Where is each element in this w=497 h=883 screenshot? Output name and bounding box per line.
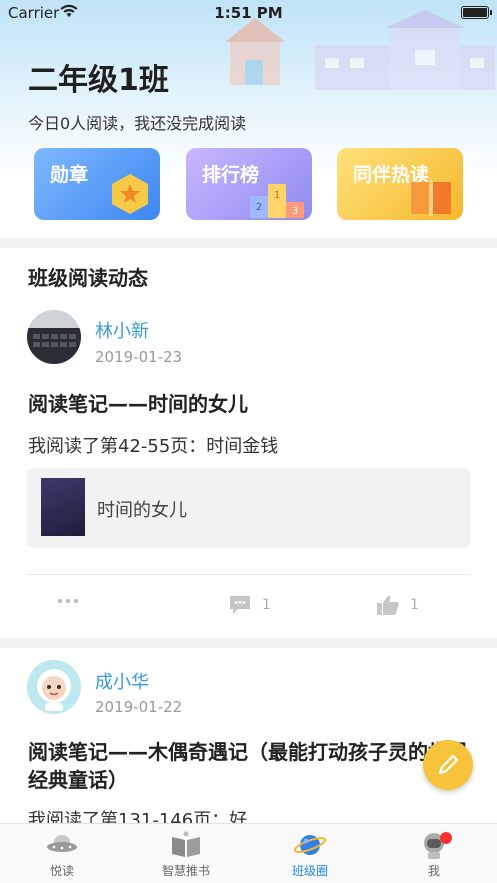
post-username[interactable]: 林小新 <box>95 317 149 343</box>
svg-text:1: 1 <box>274 190 280 201</box>
svg-text:3: 3 <box>292 206 298 217</box>
tab-bar: 悦读 智慧推书 班级圈 我 <box>0 823 497 883</box>
tab-reading-label: 悦读 <box>49 864 74 878</box>
planet-icon <box>293 835 327 855</box>
tab-class-circle[interactable]: 班级圈 <box>260 830 360 879</box>
comment-button[interactable]: 1 <box>228 594 271 616</box>
feed-title: 班级阅读动态 <box>28 266 148 290</box>
post-title: 阅读笔记——木偶奇遇记（最能打动孩子灵的世界经典童话） <box>28 740 468 792</box>
medal-card[interactable]: 勋章 <box>34 148 160 220</box>
medal-icon <box>112 174 148 214</box>
medal-card-label: 勋章 <box>50 164 89 186</box>
tab-book-recommend-label: 智慧推书 <box>161 864 210 878</box>
podium-icon: 1 2 3 <box>250 184 304 218</box>
thumbs-up-icon <box>377 595 399 615</box>
open-book-icon <box>172 831 200 857</box>
comment-icon <box>230 596 250 614</box>
header: Carrier 1:51 PM 二年级1班 今日0人阅读，我还没完成阅读 勋章 … <box>0 0 497 238</box>
book-cover <box>41 478 85 536</box>
post-date: 2019-01-23 <box>95 348 183 366</box>
tab-book-recommend[interactable]: 智慧推书 <box>136 830 236 879</box>
castle-illustration <box>225 10 495 90</box>
peer-reading-card[interactable]: 同伴热读 <box>337 148 463 220</box>
tab-class-circle-label: 班级圈 <box>291 864 328 878</box>
more-button[interactable] <box>57 598 79 604</box>
post-title: 阅读笔记——时间的女儿 <box>28 392 248 416</box>
notification-badge <box>440 832 452 844</box>
keyboard-avatar-image <box>27 310 81 364</box>
post-body: 我阅读了第42-55页：时间金钱 <box>28 436 279 457</box>
book-title: 时间的女儿 <box>97 500 187 521</box>
tab-reading[interactable]: 悦读 <box>12 830 112 879</box>
tab-me[interactable]: 我 <box>384 830 484 879</box>
avatar[interactable] <box>27 310 81 364</box>
post-date: 2019-01-22 <box>95 698 183 716</box>
tab-me-label: 我 <box>427 864 440 878</box>
post-username[interactable]: 成小华 <box>95 668 149 694</box>
post-actions: 1 1 <box>0 594 497 618</box>
class-title: 二年级1班 <box>28 63 169 98</box>
book-card[interactable]: 时间的女儿 <box>27 468 470 548</box>
write-note-button[interactable] <box>423 740 473 790</box>
comment-count: 1 <box>262 597 271 613</box>
ufo-icon <box>47 835 77 852</box>
feed-post[interactable]: 成小华 2019-01-22 阅读笔记——木偶奇遇记（最能打动孩子灵的世界经典童… <box>0 648 497 828</box>
more-icon <box>57 598 79 604</box>
class-feed: 班级阅读动态 林小新 2019-01-23 阅读笔记——时间的女儿 我阅读了第4… <box>0 248 497 638</box>
divider <box>27 574 470 575</box>
today-summary: 今日0人阅读，我还没完成阅读 <box>28 114 247 133</box>
like-button[interactable]: 1 <box>376 594 419 616</box>
avatar[interactable] <box>27 660 81 714</box>
astronaut-avatar-image <box>27 660 81 714</box>
svg-text:2: 2 <box>256 202 262 213</box>
pencil-icon <box>438 754 459 775</box>
ranking-card[interactable]: 排行榜 1 2 3 <box>186 148 312 220</box>
book-icon <box>411 180 451 216</box>
like-count: 1 <box>410 597 419 613</box>
